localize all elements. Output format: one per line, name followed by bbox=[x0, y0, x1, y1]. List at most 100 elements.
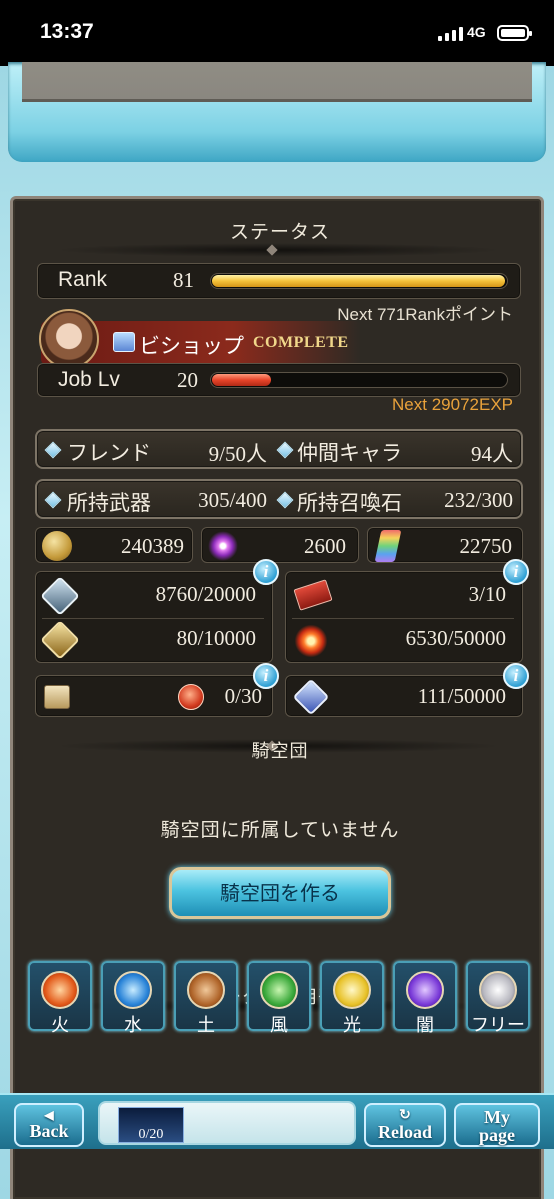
fire-icon bbox=[41, 971, 79, 1009]
friends-label: フレンド bbox=[67, 442, 151, 465]
summons-bullet-icon bbox=[276, 491, 294, 509]
crystal-box: 2600 bbox=[201, 527, 359, 563]
heart-box: 111/50000 bbox=[285, 675, 523, 717]
weapons-value: 305/400 bbox=[198, 488, 267, 512]
rupie-value: 240389 bbox=[121, 534, 184, 558]
light-icon bbox=[333, 971, 371, 1009]
game-screen: ステータス Rank 81 Next 771Rankポイント ビショップ COM… bbox=[0, 62, 554, 1199]
rank-up-icon bbox=[178, 684, 204, 710]
water-icon bbox=[114, 971, 152, 1009]
mypage-label-2: page bbox=[479, 1125, 515, 1145]
rank-progress-bar bbox=[210, 273, 508, 289]
job-level-row: Job Lv 20 bbox=[37, 363, 521, 397]
tab-dark-label: 闇 bbox=[416, 1015, 434, 1036]
rupie-coin-icon bbox=[42, 531, 72, 561]
summons-value: 232/300 bbox=[444, 488, 513, 512]
tab-water[interactable]: 水 bbox=[101, 961, 165, 1036]
potions-box: 8760/20000 80/10000 bbox=[35, 571, 273, 663]
allies-bullet-icon bbox=[276, 441, 294, 459]
rank-label: Rank bbox=[58, 268, 108, 291]
reload-button[interactable]: ↻ Reload bbox=[364, 1103, 446, 1147]
quest-progress-text: 0/20 bbox=[138, 1127, 164, 1142]
battery-icon bbox=[497, 25, 532, 41]
top-banner-frame bbox=[8, 62, 546, 162]
back-button[interactable]: ◀ Back bbox=[14, 1103, 84, 1147]
wind-icon bbox=[260, 971, 298, 1009]
job-level-label: Job Lv bbox=[58, 368, 120, 391]
weapons-bullet-icon bbox=[44, 491, 62, 509]
bp-value: 80/10000 bbox=[176, 626, 256, 650]
character-avatar[interactable] bbox=[39, 309, 99, 369]
tab-wind-label: 風 bbox=[270, 1015, 288, 1036]
friends-value: 9/50人 bbox=[208, 442, 267, 466]
tickets-info-icon[interactable]: i bbox=[503, 559, 529, 585]
create-crew-button[interactable]: 騎空団を作る bbox=[169, 867, 391, 919]
allies-value: 94人 bbox=[471, 442, 513, 466]
phone-status-bar: 13:37 4G bbox=[0, 0, 554, 66]
tab-fire[interactable]: 火 bbox=[28, 961, 92, 1036]
tab-water-label: 水 bbox=[124, 1015, 142, 1036]
heart-info-icon[interactable]: i bbox=[503, 663, 529, 689]
rank-row: Rank 81 bbox=[37, 263, 521, 299]
rainbow-crystal-icon bbox=[374, 530, 402, 562]
ticket-value: 3/10 bbox=[468, 582, 506, 606]
tab-earth-label: 土 bbox=[197, 1015, 215, 1036]
dark-icon bbox=[406, 971, 444, 1009]
back-label: Back bbox=[29, 1121, 69, 1141]
tab-free[interactable]: フリー bbox=[466, 961, 530, 1036]
network-type: 4G bbox=[467, 24, 486, 40]
rupie-box: 240389 bbox=[35, 527, 193, 563]
chest-info-icon[interactable]: i bbox=[253, 663, 279, 689]
friends-bullet-icon bbox=[44, 441, 62, 459]
rainbow-value: 22750 bbox=[459, 534, 513, 558]
title-divider bbox=[53, 243, 503, 257]
bottom-nav: ◀ Back 0/20 ↻ Reload My page bbox=[0, 1093, 554, 1149]
ap-potion-icon bbox=[40, 576, 80, 616]
mypage-button[interactable]: My page bbox=[454, 1103, 540, 1147]
crew-message: 騎空団に所属していません bbox=[160, 819, 400, 841]
rank-value: 81 bbox=[173, 268, 194, 292]
tab-light[interactable]: 光 bbox=[320, 961, 384, 1036]
crystal-star-icon bbox=[208, 531, 238, 561]
back-arrow-icon: ◀ bbox=[44, 1108, 54, 1122]
draw-ticket-icon bbox=[293, 579, 333, 611]
summons-label: 所持召喚石 bbox=[297, 492, 402, 515]
job-class-name: ビショップ bbox=[139, 334, 244, 358]
job-next-exp: Next 29072EXP bbox=[392, 395, 513, 414]
mypage-label-1: My bbox=[484, 1107, 510, 1127]
job-progress-fill bbox=[212, 374, 272, 386]
status-title: ステータス bbox=[229, 221, 330, 243]
tab-earth[interactable]: 土 bbox=[174, 961, 238, 1036]
tickets-divider bbox=[292, 618, 514, 619]
job-complete-label: COMPLETE bbox=[253, 334, 349, 351]
bp-potion-icon bbox=[40, 620, 80, 660]
tab-dark[interactable]: 闇 bbox=[393, 961, 457, 1036]
signal-icon bbox=[438, 27, 464, 41]
earth-icon bbox=[187, 971, 225, 1009]
allies-label: 仲間キャラ bbox=[297, 442, 402, 465]
heart-value: 111/50000 bbox=[417, 684, 506, 708]
weapons-summons-row: 所持武器 305/400 所持召喚石 232/300 bbox=[35, 479, 523, 519]
ap-value: 8760/20000 bbox=[155, 582, 256, 606]
crystal-value: 2600 bbox=[304, 534, 346, 558]
quest-progress: 0/20 bbox=[98, 1101, 356, 1145]
chest-box: 0/30 bbox=[35, 675, 273, 717]
potions-info-icon[interactable]: i bbox=[253, 559, 279, 585]
tab-wind[interactable]: 風 bbox=[247, 961, 311, 1036]
top-banner-content bbox=[22, 62, 532, 102]
star-icon bbox=[479, 971, 517, 1009]
potions-divider bbox=[42, 618, 264, 619]
job-class-icon bbox=[113, 332, 135, 352]
friends-allies-row: フレンド 9/50人 仲間キャラ 94人 bbox=[35, 429, 523, 469]
treasure-chest-icon bbox=[44, 685, 70, 709]
tab-free-label: フリー bbox=[471, 1015, 525, 1036]
tab-fire-label: 火 bbox=[51, 1015, 69, 1036]
heart-gem-icon bbox=[292, 678, 330, 716]
burst-star-icon bbox=[294, 624, 328, 658]
tab-light-label: 光 bbox=[343, 1015, 361, 1036]
reload-label: Reload bbox=[378, 1122, 432, 1142]
clock: 13:37 bbox=[40, 20, 94, 43]
chest-value: 0/30 bbox=[224, 684, 262, 708]
job-progress-bar bbox=[210, 372, 508, 388]
burst-value: 6530/50000 bbox=[405, 626, 506, 650]
